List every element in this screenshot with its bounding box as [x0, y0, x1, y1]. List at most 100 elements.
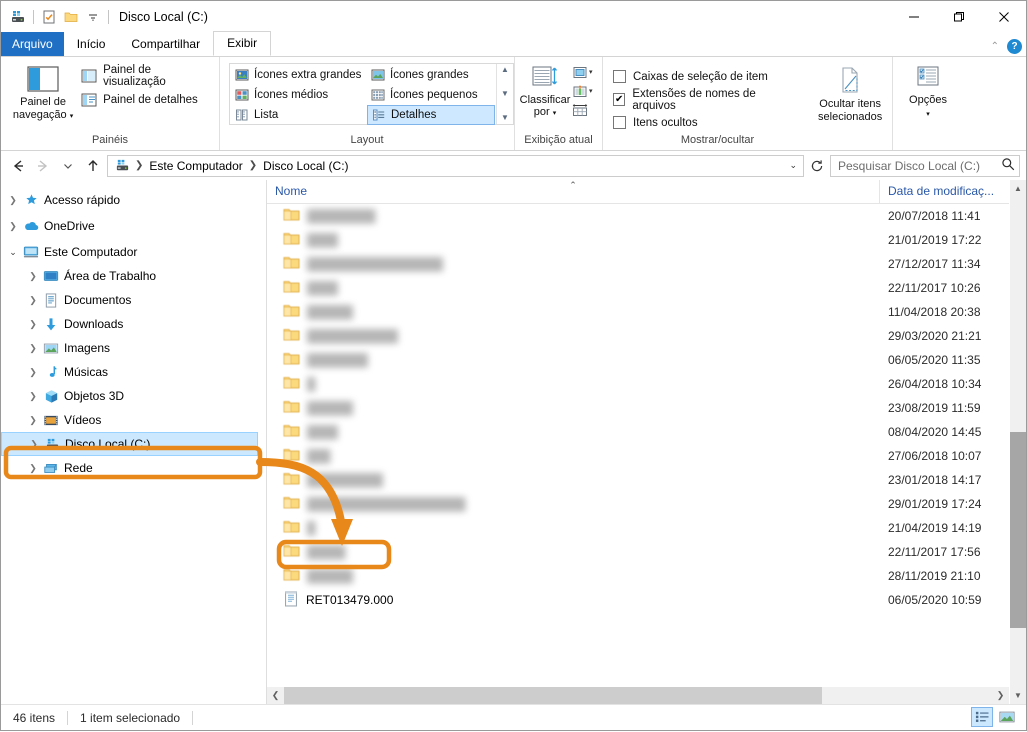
preview-pane-button[interactable]: Painel de visualização: [81, 64, 213, 88]
breadcrumb[interactable]: ❯ Este Computador ❯ Disco Local (C:) ⌄: [107, 154, 804, 177]
details-view-toggle[interactable]: [971, 707, 993, 727]
size-columns-button[interactable]: ▾: [572, 82, 593, 100]
refresh-button[interactable]: [807, 155, 827, 177]
minimize-button[interactable]: [891, 1, 936, 32]
file-extensions-checkbox[interactable]: ✔: [613, 93, 626, 106]
sort-by-button[interactable]: Classificar por ▾: [519, 61, 571, 120]
table-row[interactable]: ███ 27/06/2018 10:07: [267, 444, 1009, 468]
details-pane-button[interactable]: Painel de detalhes: [81, 90, 213, 110]
tab-inicio[interactable]: Início: [64, 32, 119, 56]
size-caret-icon[interactable]: ▾: [589, 87, 593, 95]
chevron-right-icon[interactable]: ❯: [25, 271, 41, 282]
sidebar-item-disco-local-c[interactable]: ❯ Disco Local (C:): [1, 432, 258, 456]
table-row[interactable]: █████████████████████ 29/01/2019 17:24: [267, 492, 1009, 516]
chevron-right-icon[interactable]: ❯: [25, 391, 41, 402]
breadcrumb-separator-1[interactable]: ❯: [248, 160, 258, 171]
checkbox-item-checkboxes[interactable]: Caixas de seleção de item: [613, 66, 792, 87]
file-name-cell[interactable]: ██████: [267, 303, 880, 321]
sidebar-item-onedrive[interactable]: ❯ OneDrive: [1, 214, 266, 238]
gallery-scroll-down-icon[interactable]: ▼: [501, 90, 509, 98]
table-row[interactable]: ████ 08/04/2020 14:45: [267, 420, 1009, 444]
gallery-scroll-up-icon[interactable]: ▲: [501, 66, 509, 74]
hscroll-right-icon[interactable]: ❯: [992, 687, 1009, 704]
layout-medium-icons[interactable]: Ícones médios: [231, 85, 367, 105]
file-name-cell[interactable]: RET013479.000: [267, 591, 880, 610]
layout-list[interactable]: Lista: [231, 105, 367, 125]
hidden-items-checkbox[interactable]: [613, 116, 626, 129]
recent-locations-button[interactable]: [57, 155, 79, 177]
navigation-pane-button[interactable]: Painel de navegação ▾: [11, 61, 75, 123]
table-row[interactable]: ████████████ 29/03/2020 21:21: [267, 324, 1009, 348]
file-name-cell[interactable]: ██████████: [267, 471, 880, 489]
table-row[interactable]: █████████ 20/07/2018 11:41: [267, 204, 1009, 228]
sidebar-item-imagens[interactable]: ❯ Imagens: [1, 336, 266, 360]
hide-selected-button[interactable]: Ocultar itens selecionados: [814, 61, 886, 123]
file-name-cell[interactable]: █████████: [267, 207, 880, 225]
gallery-expand-icon[interactable]: ▼: [501, 114, 509, 122]
sidebar-item-acesso-rapido[interactable]: ❯ Acesso rápido: [1, 188, 266, 212]
search-icon[interactable]: [1001, 157, 1015, 174]
gallery-scroll[interactable]: ▲ ▼ ▼: [496, 64, 513, 124]
chevron-right-icon[interactable]: ❯: [25, 415, 41, 426]
vscroll-up-icon[interactable]: ▲: [1010, 180, 1026, 197]
file-name-cell[interactable]: ████: [267, 423, 880, 441]
sidebar-item-downloads[interactable]: ❯ Downloads: [1, 312, 266, 336]
file-name-cell[interactable]: █: [267, 375, 880, 393]
breadcrumb-item-0[interactable]: Este Computador: [146, 159, 245, 173]
search-input[interactable]: Pesquisar Disco Local (C:): [830, 154, 1020, 177]
breadcrumb-separator-0[interactable]: ❯: [134, 160, 144, 171]
file-name-cell[interactable]: █████████████████████: [267, 495, 880, 513]
file-name-cell[interactable]: █████: [267, 543, 880, 561]
table-row[interactable]: ████ 21/01/2019 17:22: [267, 228, 1009, 252]
table-row[interactable]: ██████ 11/04/2018 20:38: [267, 300, 1009, 324]
checkbox-item-extensions[interactable]: ✔ Extensões de nomes de arquivos: [613, 88, 792, 112]
chevron-right-icon[interactable]: ❯: [26, 439, 42, 450]
file-name-cell[interactable]: ██████: [267, 399, 880, 417]
table-row[interactable]: ██████████████████ 27/12/2017 11:34: [267, 252, 1009, 276]
tab-exibir[interactable]: Exibir: [213, 31, 272, 56]
hscroll-left-icon[interactable]: ❮: [267, 687, 284, 704]
table-row[interactable]: ████████ 06/05/2020 11:35: [267, 348, 1009, 372]
tab-arquivo[interactable]: Arquivo: [1, 32, 64, 56]
fit-columns-button[interactable]: [572, 101, 593, 119]
chevron-right-icon[interactable]: ❯: [25, 463, 41, 474]
up-button[interactable]: [82, 155, 104, 177]
file-name-cell[interactable]: ██████: [267, 567, 880, 585]
item-checkboxes-checkbox[interactable]: [613, 70, 626, 83]
file-name-cell[interactable]: ████████: [267, 351, 880, 369]
back-button[interactable]: [7, 155, 29, 177]
vertical-scrollbar[interactable]: ▲ ▼: [1009, 180, 1026, 704]
new-folder-icon[interactable]: [60, 6, 82, 28]
ribbon-collapse-icon[interactable]: ⌃: [991, 41, 999, 52]
sidebar-item-este-computador[interactable]: ⌄ Este Computador: [1, 240, 266, 264]
horizontal-scrollbar[interactable]: ❮ ❯: [267, 687, 1009, 704]
column-header-data[interactable]: Data de modificaç...: [880, 180, 1009, 203]
file-name-cell[interactable]: █: [267, 519, 880, 537]
properties-icon[interactable]: [38, 6, 60, 28]
table-row[interactable]: █ 21/04/2019 14:19: [267, 516, 1009, 540]
table-row[interactable]: ██████ 28/11/2019 21:10: [267, 564, 1009, 588]
table-row[interactable]: █ 26/04/2018 10:34: [267, 372, 1009, 396]
vscroll-thumb[interactable]: [1010, 432, 1026, 629]
tab-compartilhar[interactable]: Compartilhar: [118, 32, 213, 56]
sidebar-item-area-de-trabalho[interactable]: ❯ Área de Trabalho: [1, 264, 266, 288]
chevron-right-icon[interactable]: ❯: [25, 319, 41, 330]
add-columns-button[interactable]: ▾: [572, 63, 593, 81]
layout-small-icons[interactable]: Ícones pequenos: [367, 85, 495, 105]
breadcrumb-dropdown-icon[interactable]: ⌄: [789, 160, 801, 171]
table-row[interactable]: ██████████ 23/01/2018 14:17: [267, 468, 1009, 492]
file-name-cell[interactable]: ███: [267, 447, 880, 465]
chevron-right-icon[interactable]: ❯: [5, 195, 21, 206]
sidebar-item-rede[interactable]: ❯ Rede: [1, 456, 266, 480]
checkbox-item-hidden[interactable]: Itens ocultos: [613, 112, 792, 133]
sidebar-item-documentos[interactable]: ❯ Documentos: [1, 288, 266, 312]
hscroll-track[interactable]: [284, 687, 992, 704]
sidebar-item-objetos-3d[interactable]: ❯ Objetos 3D: [1, 384, 266, 408]
columns-caret-icon[interactable]: ▾: [589, 68, 593, 76]
sort-by-caret-icon[interactable]: ▾: [553, 110, 557, 117]
large-icons-view-toggle[interactable]: [996, 707, 1018, 727]
breadcrumb-item-1[interactable]: Disco Local (C:): [260, 159, 351, 173]
file-name-cell[interactable]: ████: [267, 279, 880, 297]
file-name-cell[interactable]: ████████████: [267, 327, 880, 345]
file-name-cell[interactable]: ██████████████████: [267, 255, 880, 273]
